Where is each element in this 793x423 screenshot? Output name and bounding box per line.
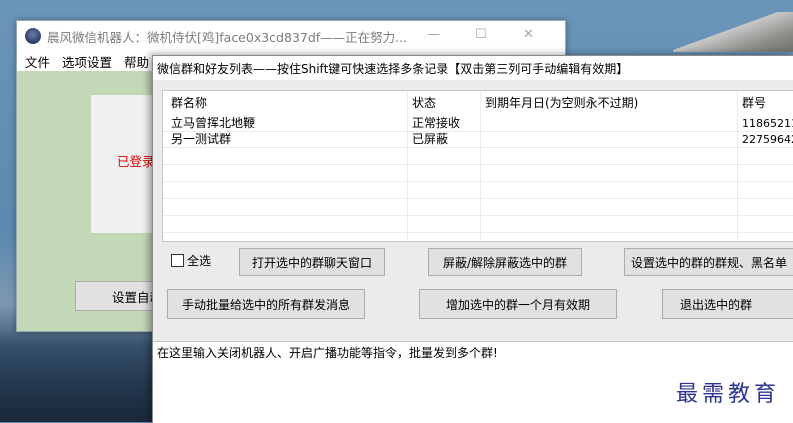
dialog-body: 群名称 状态 到期年月日(为空则永不过期) 群号 立马曾挥北地鞭 正常接收 11… — [153, 80, 793, 423]
main-window-title: 晨风微信机器人：微机侍伏[鸡]face0x3cd837df——正在努力... — [47, 29, 408, 45]
login-status: 已登录 — [117, 154, 155, 169]
column-header-status[interactable]: 状态 — [412, 91, 436, 115]
group-name-cell: 立马曾挥北地鞭 — [171, 116, 256, 130]
checkbox-box[interactable] — [171, 254, 184, 267]
row-divider — [163, 198, 793, 199]
select-all-label: 全选 — [187, 254, 212, 268]
quit-group-button[interactable]: 退出选中的群 — [662, 289, 793, 319]
column-header-name[interactable]: 群名称 — [171, 91, 207, 115]
menu-options[interactable]: 选项设置 — [62, 52, 112, 71]
column-header-expiry[interactable]: 到期年月日(为空则永不过期) — [485, 91, 638, 115]
maximize-icon[interactable]: ☐ — [475, 27, 487, 42]
toggle-block-button[interactable]: 屏蔽/解除屏蔽选中的群 — [428, 248, 582, 276]
select-all-checkbox[interactable]: 全选 — [171, 252, 211, 269]
close-icon[interactable]: ✕ — [523, 27, 534, 42]
robot-app-icon — [25, 28, 41, 44]
group-id-cell: 11865211 — [742, 117, 793, 130]
menu-help[interactable]: 帮助 — [124, 52, 149, 71]
minimize-icon[interactable]: — — [427, 27, 440, 42]
group-id-cell: 22759642 — [742, 133, 793, 146]
group-status-cell: 已屏蔽 — [412, 132, 449, 146]
main-window-titlebar[interactable]: 晨风微信机器人：微机侍伏[鸡]face0x3cd837df——正在努力... —… — [17, 21, 565, 51]
dialog-title[interactable]: 微信群和好友列表——按住Shift键可快速选择多条记录【双击第三列可手动编辑有效… — [153, 56, 793, 80]
group-name-cell: 另一测试群 — [171, 132, 232, 146]
table-row[interactable]: 另一测试群 已屏蔽 22759642 — [163, 132, 793, 147]
open-chat-button[interactable]: 打开选中的群聊天窗口 — [239, 248, 385, 276]
row-divider — [163, 147, 793, 148]
group-list[interactable]: 群名称 状态 到期年月日(为空则永不过期) 群号 立马曾挥北地鞭 正常接收 11… — [162, 90, 793, 242]
row-divider — [163, 164, 793, 165]
row-divider — [163, 131, 793, 132]
add-month-button[interactable]: 增加选中的群一个月有效期 — [419, 289, 617, 319]
group-status-cell: 正常接收 — [412, 116, 461, 130]
desktop-mountain — [673, 12, 793, 52]
batch-message-button[interactable]: 手动批量给选中的所有群发消息 — [167, 289, 365, 319]
column-header-group-id[interactable]: 群号 — [742, 91, 766, 115]
row-divider — [163, 181, 793, 182]
set-rules-button[interactable]: 设置选中的群的群规、黑名单 — [624, 248, 793, 276]
table-row[interactable]: 立马曾挥北地鞭 正常接收 11865211 — [163, 116, 793, 131]
command-input-text: 在这里输入关闭机器人、开启广播功能等指令，批量发到多个群! — [157, 346, 498, 360]
row-divider — [163, 215, 793, 216]
menu-file[interactable]: 文件 — [25, 52, 50, 71]
group-friend-list-dialog: 微信群和好友列表——按住Shift键可快速选择多条记录【双击第三列可手动编辑有效… — [152, 55, 793, 423]
list-header: 群名称 状态 到期年月日(为空则永不过期) 群号 — [163, 91, 793, 115]
command-input[interactable]: 在这里输入关闭机器人、开启广播功能等指令，批量发到多个群! 最需教育 — [153, 341, 793, 423]
watermark: 最需教育 — [675, 382, 780, 407]
row-divider — [163, 232, 793, 233]
